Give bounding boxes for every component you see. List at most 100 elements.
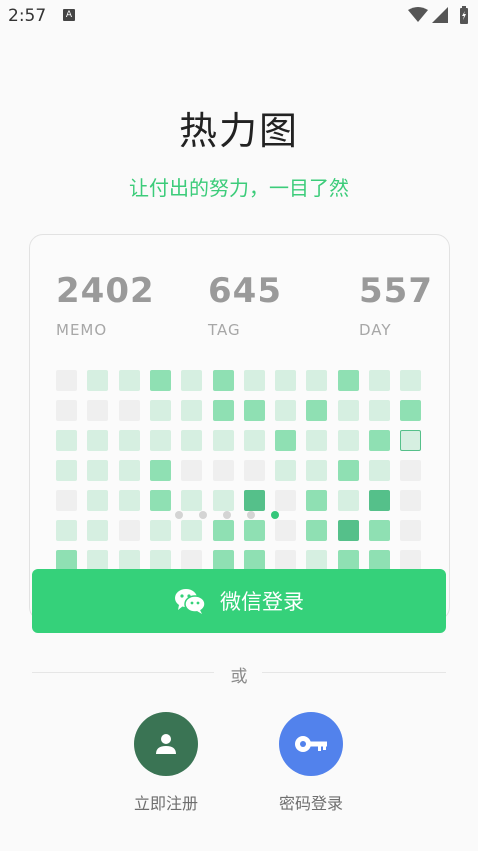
heatmap-cell (212, 370, 234, 391)
wechat-login-button[interactable]: 微信登录 (32, 569, 446, 633)
heatmap-cell (369, 400, 390, 421)
page-indicator (30, 511, 449, 521)
user-icon (156, 734, 176, 754)
heatmap-cell (275, 430, 297, 451)
heatmap-cell (306, 490, 328, 511)
heatmap-cell (337, 550, 359, 571)
heatmap-cell (243, 520, 265, 541)
heatmap-cell (306, 520, 328, 541)
heatmap-cell (212, 460, 234, 481)
page-dot (199, 511, 207, 519)
heatmap-cell (56, 370, 77, 391)
heatmap-cell (56, 400, 77, 421)
wechat-icon (175, 589, 206, 614)
heatmap-cell (149, 370, 171, 391)
heatmap-cell (118, 430, 140, 451)
heatmap-cell (337, 520, 359, 541)
stat-day: 557 DAY (359, 271, 433, 339)
stat-value: 557 (359, 271, 433, 311)
heatmap-cell (369, 490, 390, 511)
heatmap-cell (149, 430, 171, 451)
stat-label: MEMO (56, 321, 108, 339)
heatmap-cell (212, 550, 234, 571)
heatmap-cell (118, 520, 140, 541)
heatmap-cell (149, 520, 171, 541)
heatmap-cell (306, 550, 328, 571)
heatmap-cell (400, 550, 422, 571)
divider-line-right (262, 672, 446, 673)
heatmap-cell (181, 460, 203, 481)
page-dot (271, 511, 279, 519)
stat-value: 645 (208, 271, 282, 311)
heatmap-cell (56, 520, 77, 541)
register-button[interactable] (134, 712, 198, 776)
notification-icon: A (63, 9, 75, 21)
heatmap-cell (243, 490, 265, 511)
heatmap-cell (181, 550, 203, 571)
heatmap-cell (181, 490, 203, 511)
heatmap-cell (118, 370, 140, 391)
heatmap-cell (275, 550, 297, 571)
heatmap-cell (243, 550, 265, 571)
heatmap-cell (400, 430, 422, 451)
heatmap-cell (118, 490, 140, 511)
heatmap-cell (243, 460, 265, 481)
status-time: 2:57 (8, 6, 47, 26)
stat-label: TAG (208, 321, 241, 339)
page-dot (247, 511, 255, 519)
heatmap-cell (306, 400, 328, 421)
heatmap-cell (118, 550, 140, 571)
password-login-label[interactable]: 密码登录 (251, 790, 371, 814)
heatmap-cell (243, 400, 265, 421)
heatmap-cell (87, 370, 109, 391)
divider-line-left (32, 672, 214, 673)
heatmap-cell (337, 460, 359, 481)
heatmap-cell (87, 550, 109, 571)
heatmap-cell (181, 400, 203, 421)
heatmap-cell (306, 460, 328, 481)
heatmap-cell (87, 520, 109, 541)
password-login-button[interactable] (279, 712, 343, 776)
heatmap-cell (369, 520, 390, 541)
heatmap-cell (369, 370, 390, 391)
divider-or-text: 或 (230, 667, 248, 687)
heatmap-cell (56, 550, 77, 571)
heatmap-cell (369, 550, 390, 571)
heatmap-cell (275, 460, 297, 481)
heatmap-cell (212, 430, 234, 451)
heatmap-cell (212, 520, 234, 541)
battery-icon (460, 6, 468, 24)
heatmap-cell (56, 490, 77, 511)
heatmap-cell (149, 550, 171, 571)
heatmap-cell (306, 430, 328, 451)
heatmap-cell (369, 430, 390, 451)
heatmap-cell (149, 490, 171, 511)
heatmap-cell (275, 490, 297, 511)
heatmap-cell (181, 520, 203, 541)
heatmap-cell (337, 400, 359, 421)
heatmap-cell (56, 460, 77, 481)
heatmap-cell (400, 520, 422, 541)
heatmap-preview-card[interactable]: 2402 MEMO 645 TAG 557 DAY (29, 234, 450, 621)
heatmap-cell (118, 400, 140, 421)
page-subtitle: 让付出的努力，一目了然 (129, 176, 349, 200)
heatmap-cell (149, 400, 171, 421)
heatmap-cell (275, 520, 297, 541)
key-icon (295, 736, 327, 752)
heatmap-cell (87, 460, 109, 481)
heatmap-cell (400, 490, 422, 511)
heatmap-cell (243, 370, 265, 391)
stat-memo: 2402 MEMO (56, 271, 155, 339)
heatmap-cell (400, 460, 422, 481)
heatmap-cell (56, 430, 77, 451)
heatmap-cell (275, 370, 297, 391)
register-label[interactable]: 立即注册 (106, 790, 226, 814)
heatmap-cell (149, 460, 171, 481)
heatmap-cell (337, 370, 359, 391)
heatmap-cell (87, 490, 109, 511)
heatmap-cell (369, 460, 390, 481)
stat-value: 2402 (56, 271, 155, 311)
heatmap-cell (181, 430, 203, 451)
status-bar: 2:57 A (0, 0, 478, 33)
wechat-login-label: 微信登录 (220, 590, 304, 614)
